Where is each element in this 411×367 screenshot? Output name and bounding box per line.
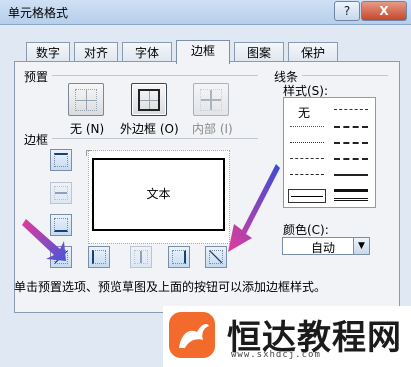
border-left-icon — [92, 250, 106, 264]
border-top-button[interactable] — [50, 149, 72, 171]
line-style-medium[interactable] — [334, 174, 368, 176]
line-style-slanted-dashdot[interactable] — [334, 142, 368, 144]
preset-inside-icon — [200, 89, 222, 111]
site-logo-icon — [169, 312, 215, 358]
window-title: 单元格格式 — [8, 6, 69, 20]
line-style-hair[interactable] — [290, 126, 324, 127]
preset-outline-icon — [138, 89, 160, 111]
preset-outline-button[interactable] — [131, 83, 167, 116]
preset-none-label: 无 (N) — [70, 122, 105, 136]
tab-border[interactable]: 边框 — [176, 40, 230, 64]
line-style-list[interactable]: 无 — [283, 97, 376, 208]
preset-inside-button[interactable] — [193, 83, 229, 116]
preview-cell[interactable]: 文本 — [92, 158, 225, 231]
tab-protection[interactable]: 保护 — [288, 42, 338, 62]
border-divider — [52, 138, 258, 139]
color-select[interactable]: 自动 ▼ — [282, 237, 370, 255]
line-style-medium-dashdot[interactable] — [334, 126, 368, 128]
chevron-down-icon[interactable]: ▼ — [353, 238, 369, 254]
close-button[interactable]: X — [361, 1, 407, 21]
preset-none-icon — [75, 89, 97, 111]
line-style-dotted[interactable] — [290, 142, 324, 143]
title-bar: 单元格格式 ? X — [0, 0, 411, 25]
border-inside-vertical-icon — [134, 250, 148, 264]
line-style-dashed[interactable] — [290, 174, 324, 175]
border-inside-horizontal-icon — [54, 186, 68, 200]
annotation-arrow-right-icon — [228, 164, 280, 252]
tab-font[interactable]: 字体 — [122, 42, 172, 62]
presets-label: 预置 — [24, 70, 49, 84]
border-inside-vertical-button[interactable] — [130, 246, 152, 268]
border-top-icon — [54, 153, 68, 167]
line-style-double[interactable] — [334, 198, 368, 201]
border-diagonal-down-icon — [209, 250, 223, 264]
tab-alignment[interactable]: 对齐 — [74, 42, 118, 62]
tab-number[interactable]: 数字 — [26, 42, 70, 62]
border-right-icon — [172, 250, 186, 264]
line-style-medium-dashed[interactable] — [334, 158, 368, 160]
instruction-note: 单击预置选项、预览草图及上面的按钮可以添加边框样式。 — [14, 280, 327, 294]
presets-divider — [52, 75, 258, 76]
preview-text: 文本 — [146, 187, 171, 201]
preview-corner-mark — [86, 150, 92, 156]
site-watermark: 恒达教程网 www.sxhdcj.com — [163, 306, 411, 367]
site-url: www.sxhdcj.com — [231, 350, 321, 360]
border-right-button[interactable] — [168, 246, 190, 268]
line-style-thin-selected[interactable] — [288, 189, 326, 203]
line-divider — [302, 75, 388, 76]
border-label: 边框 — [24, 133, 49, 147]
preset-none-button[interactable] — [68, 83, 104, 116]
help-button[interactable]: ? — [334, 1, 360, 21]
tab-pattern[interactable]: 图案 — [234, 42, 284, 62]
preset-outline-label: 外边框 (O) — [120, 122, 179, 136]
border-inside-horizontal-button[interactable] — [50, 182, 72, 204]
line-style-none[interactable]: 无 — [298, 104, 310, 121]
preset-inside-label: 内部 (I) — [192, 122, 233, 136]
annotation-arrow-left-icon — [22, 219, 66, 261]
line-style-dashdot[interactable] — [290, 158, 324, 159]
line-style-dashdotdot[interactable] — [334, 109, 368, 110]
line-style-thick[interactable] — [334, 189, 368, 192]
border-left-button[interactable] — [88, 246, 110, 268]
color-label: 颜色(C): — [283, 223, 329, 237]
color-select-value: 自动 — [311, 241, 336, 255]
